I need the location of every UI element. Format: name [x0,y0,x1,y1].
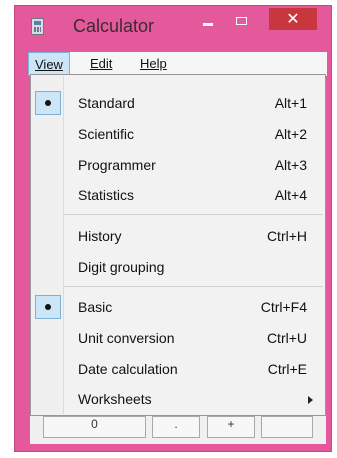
key-plus[interactable]: + [207,416,255,438]
menu-item-label: Date calculation [78,361,178,377]
radio-checked-icon [35,295,61,319]
menu-item-label: History [78,228,122,244]
menu-item-shortcut: Alt+2 [274,126,307,142]
close-icon: ✕ [286,9,300,28]
menu-item-programmer[interactable]: Programmer Alt+3 [31,151,325,181]
maximize-button[interactable] [227,6,257,42]
menu-item-shortcut: Ctrl+F4 [260,299,307,315]
close-button[interactable]: ✕ [269,8,317,30]
menu-item-shortcut: Alt+4 [274,187,307,203]
menu-item-standard[interactable]: Standard Alt+1 [31,89,325,119]
menu-help[interactable]: Help [140,52,167,76]
calculator-window: Calculator ✕ View Edit Help 0 . + Standa… [14,5,332,452]
menu-item-digit-grouping[interactable]: Digit grouping [31,253,325,283]
menu-item-label: Basic [78,299,113,315]
menu-item-label: Standard [78,95,135,111]
menu-item-label: Worksheets [78,391,152,407]
menu-separator [64,214,323,215]
keypad-area: 0 . + [30,416,326,444]
menu-item-basic[interactable]: Basic Ctrl+F4 [31,293,325,323]
menu-item-shortcut: Ctrl+E [267,361,307,377]
menu-view[interactable]: View [28,52,70,76]
menu-item-history[interactable]: History Ctrl+H [31,222,325,252]
key-equals[interactable] [261,416,313,438]
menu-item-unit-conversion[interactable]: Unit conversion Ctrl+U [31,324,325,354]
menu-item-date-calculation[interactable]: Date calculation Ctrl+E [31,355,325,385]
menu-item-label: Unit conversion [78,330,175,346]
menu-item-shortcut: Alt+1 [274,95,307,111]
menu-item-statistics[interactable]: Statistics Alt+4 [31,181,325,211]
menu-item-label: Scientific [78,126,135,142]
title-bar: Calculator ✕ [15,6,331,48]
window-title: Calculator [73,16,155,36]
menu-item-label: Programmer [78,157,156,173]
menu-item-label: Statistics [78,187,135,203]
menu-item-shortcut: Ctrl+H [266,228,307,244]
menu-separator [64,286,323,287]
minimize-button[interactable] [193,6,223,42]
menu-item-scientific[interactable]: Scientific Alt+2 [31,120,325,150]
menu-item-worksheets[interactable]: Worksheets [31,385,325,415]
submenu-arrow-icon [308,396,313,404]
menu-item-label: Digit grouping [78,259,165,275]
menu-edit[interactable]: Edit [90,52,112,76]
key-zero[interactable]: 0 [43,416,146,438]
view-menu-dropdown: Standard Alt+1 Scientific Alt+2 Programm… [30,74,326,416]
calculator-app-icon [31,18,44,35]
radio-checked-icon [35,91,61,115]
menu-item-shortcut: Ctrl+U [266,330,307,346]
menu-bar: View Edit Help [28,52,327,76]
key-decimal[interactable]: . [152,416,200,438]
menu-item-shortcut: Alt+3 [274,157,307,173]
